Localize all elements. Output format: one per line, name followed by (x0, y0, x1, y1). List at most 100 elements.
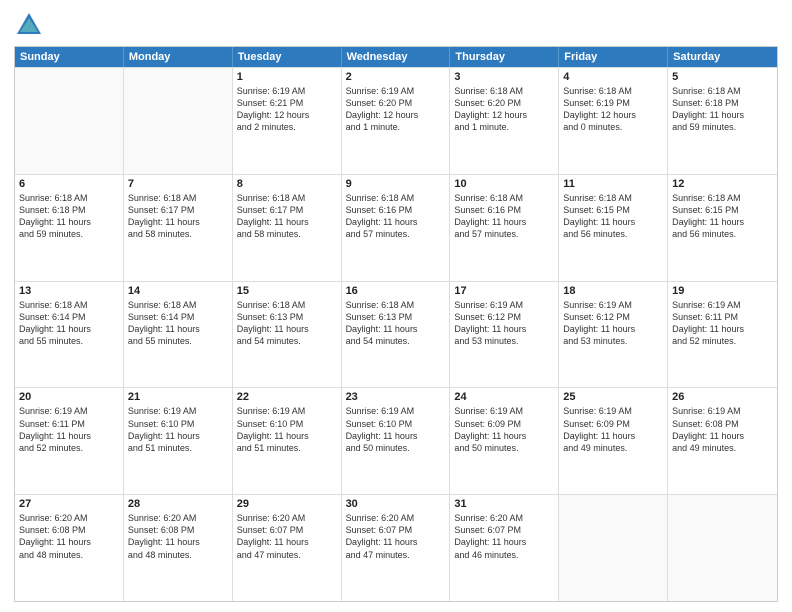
logo-icon (14, 10, 44, 40)
cell-line: Sunrise: 6:20 AM (128, 512, 228, 524)
cell-line: Sunset: 6:11 PM (672, 311, 773, 323)
cell-line: Daylight: 12 hours (454, 109, 554, 121)
cell-line: Sunset: 6:08 PM (128, 524, 228, 536)
calendar-header-cell: Thursday (450, 47, 559, 67)
cell-line: Sunset: 6:19 PM (563, 97, 663, 109)
cell-line: Sunset: 6:17 PM (128, 204, 228, 216)
calendar-cell: 2Sunrise: 6:19 AMSunset: 6:20 PMDaylight… (342, 68, 451, 174)
day-number: 29 (237, 498, 337, 510)
cell-line: Sunset: 6:20 PM (454, 97, 554, 109)
cell-line: Sunset: 6:12 PM (563, 311, 663, 323)
cell-line: Sunrise: 6:20 AM (346, 512, 446, 524)
calendar-cell: 20Sunrise: 6:19 AMSunset: 6:11 PMDayligh… (15, 388, 124, 494)
cell-line: Sunset: 6:14 PM (128, 311, 228, 323)
calendar-cell: 29Sunrise: 6:20 AMSunset: 6:07 PMDayligh… (233, 495, 342, 601)
day-number: 3 (454, 71, 554, 83)
day-number: 17 (454, 285, 554, 297)
cell-line: Daylight: 11 hours (128, 430, 228, 442)
day-number: 11 (563, 178, 663, 190)
cell-line: and 1 minute. (346, 121, 446, 133)
calendar-cell: 8Sunrise: 6:18 AMSunset: 6:17 PMDaylight… (233, 175, 342, 281)
cell-line: and 53 minutes. (563, 335, 663, 347)
cell-line: Sunset: 6:09 PM (454, 418, 554, 430)
cell-line: Sunset: 6:12 PM (454, 311, 554, 323)
day-number: 18 (563, 285, 663, 297)
cell-line: Sunset: 6:08 PM (19, 524, 119, 536)
day-number: 28 (128, 498, 228, 510)
day-number: 13 (19, 285, 119, 297)
cell-line: Sunrise: 6:18 AM (237, 192, 337, 204)
cell-line: Sunrise: 6:18 AM (237, 299, 337, 311)
cell-line: Daylight: 11 hours (237, 323, 337, 335)
calendar-cell-empty (124, 68, 233, 174)
cell-line: and 52 minutes. (672, 335, 773, 347)
cell-line: Daylight: 11 hours (346, 430, 446, 442)
day-number: 23 (346, 391, 446, 403)
calendar-cell: 6Sunrise: 6:18 AMSunset: 6:18 PMDaylight… (15, 175, 124, 281)
calendar-cell: 27Sunrise: 6:20 AMSunset: 6:08 PMDayligh… (15, 495, 124, 601)
day-number: 2 (346, 71, 446, 83)
day-number: 14 (128, 285, 228, 297)
cell-line: Sunrise: 6:18 AM (672, 192, 773, 204)
cell-line: Daylight: 11 hours (454, 323, 554, 335)
cell-line: Sunrise: 6:18 AM (563, 192, 663, 204)
cell-line: and 50 minutes. (346, 442, 446, 454)
cell-line: Sunset: 6:07 PM (237, 524, 337, 536)
calendar-body: 1Sunrise: 6:19 AMSunset: 6:21 PMDaylight… (15, 67, 777, 601)
calendar-cell: 15Sunrise: 6:18 AMSunset: 6:13 PMDayligh… (233, 282, 342, 388)
cell-line: Daylight: 11 hours (454, 430, 554, 442)
calendar-cell: 16Sunrise: 6:18 AMSunset: 6:13 PMDayligh… (342, 282, 451, 388)
cell-line: and 47 minutes. (346, 549, 446, 561)
cell-line: Sunset: 6:11 PM (19, 418, 119, 430)
cell-line: Sunset: 6:15 PM (672, 204, 773, 216)
calendar-cell: 30Sunrise: 6:20 AMSunset: 6:07 PMDayligh… (342, 495, 451, 601)
cell-line: Sunrise: 6:18 AM (19, 299, 119, 311)
cell-line: and 57 minutes. (454, 228, 554, 240)
cell-line: Sunset: 6:13 PM (346, 311, 446, 323)
cell-line: Daylight: 11 hours (128, 216, 228, 228)
day-number: 6 (19, 178, 119, 190)
cell-line: Sunset: 6:08 PM (672, 418, 773, 430)
cell-line: Sunrise: 6:19 AM (563, 299, 663, 311)
day-number: 21 (128, 391, 228, 403)
cell-line: Sunrise: 6:19 AM (454, 405, 554, 417)
cell-line: Sunrise: 6:18 AM (346, 299, 446, 311)
calendar-cell: 18Sunrise: 6:19 AMSunset: 6:12 PMDayligh… (559, 282, 668, 388)
cell-line: Sunrise: 6:19 AM (672, 405, 773, 417)
cell-line: Daylight: 11 hours (19, 430, 119, 442)
cell-line: Sunrise: 6:19 AM (346, 85, 446, 97)
cell-line: and 55 minutes. (128, 335, 228, 347)
day-number: 26 (672, 391, 773, 403)
cell-line: Sunrise: 6:19 AM (19, 405, 119, 417)
cell-line: Daylight: 11 hours (672, 216, 773, 228)
page: SundayMondayTuesdayWednesdayThursdayFrid… (0, 0, 792, 612)
day-number: 24 (454, 391, 554, 403)
cell-line: and 56 minutes. (672, 228, 773, 240)
cell-line: and 51 minutes. (128, 442, 228, 454)
calendar-header-cell: Friday (559, 47, 668, 67)
cell-line: Sunrise: 6:18 AM (346, 192, 446, 204)
calendar-cell: 26Sunrise: 6:19 AMSunset: 6:08 PMDayligh… (668, 388, 777, 494)
cell-line: and 58 minutes. (128, 228, 228, 240)
cell-line: Sunset: 6:10 PM (128, 418, 228, 430)
cell-line: and 48 minutes. (19, 549, 119, 561)
cell-line: and 48 minutes. (128, 549, 228, 561)
day-number: 8 (237, 178, 337, 190)
cell-line: Sunrise: 6:19 AM (237, 85, 337, 97)
cell-line: Daylight: 12 hours (563, 109, 663, 121)
cell-line: Sunset: 6:16 PM (454, 204, 554, 216)
cell-line: Sunset: 6:13 PM (237, 311, 337, 323)
calendar-header-cell: Wednesday (342, 47, 451, 67)
calendar-header-cell: Monday (124, 47, 233, 67)
cell-line: Sunset: 6:18 PM (19, 204, 119, 216)
cell-line: and 57 minutes. (346, 228, 446, 240)
day-number: 9 (346, 178, 446, 190)
calendar-cell: 4Sunrise: 6:18 AMSunset: 6:19 PMDaylight… (559, 68, 668, 174)
cell-line: Daylight: 11 hours (454, 216, 554, 228)
calendar-cell: 17Sunrise: 6:19 AMSunset: 6:12 PMDayligh… (450, 282, 559, 388)
calendar-header-cell: Tuesday (233, 47, 342, 67)
cell-line: Sunset: 6:10 PM (346, 418, 446, 430)
cell-line: Sunrise: 6:18 AM (128, 299, 228, 311)
cell-line: and 51 minutes. (237, 442, 337, 454)
cell-line: Daylight: 11 hours (454, 536, 554, 548)
